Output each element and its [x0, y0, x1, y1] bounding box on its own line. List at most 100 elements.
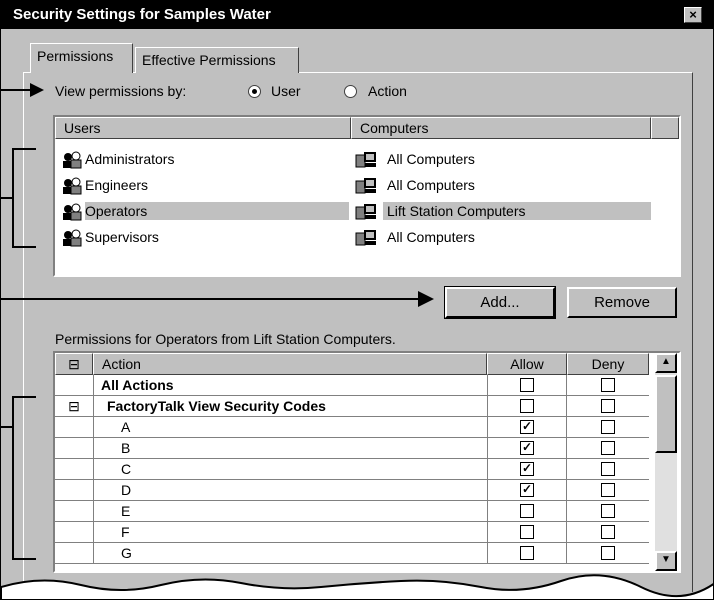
- deny-checkbox[interactable]: [601, 420, 615, 434]
- callout-line-add: [0, 298, 420, 300]
- user-name: Operators: [85, 202, 349, 220]
- allow-cell: [487, 522, 567, 542]
- allow-checkbox[interactable]: [520, 525, 534, 539]
- allow-checkbox[interactable]: ✓: [520, 462, 534, 476]
- deny-checkbox[interactable]: [601, 399, 615, 413]
- user-row[interactable]: Engineers All Computers: [55, 175, 651, 195]
- allow-cell: [487, 396, 567, 416]
- radio-user-label: User: [271, 83, 301, 99]
- radio-user[interactable]: [248, 85, 261, 98]
- permission-row[interactable]: B ✓: [55, 438, 649, 459]
- deny-checkbox[interactable]: [601, 441, 615, 455]
- deny-cell: [567, 396, 649, 416]
- deny-cell: [567, 417, 649, 437]
- computer-name: All Computers: [387, 229, 475, 245]
- deny-column-header[interactable]: Deny: [567, 353, 649, 375]
- action-label: B: [121, 440, 131, 456]
- row-expander[interactable]: [55, 375, 94, 395]
- computer-name: All Computers: [387, 151, 475, 167]
- permission-row[interactable]: E: [55, 501, 649, 522]
- allow-checkbox[interactable]: ✓: [520, 441, 534, 455]
- row-expander[interactable]: [55, 438, 94, 458]
- permission-row[interactable]: F: [55, 522, 649, 543]
- user-row[interactable]: Operators Lift Station Computers: [55, 201, 651, 221]
- callout-bracket-permissions-stem: [0, 426, 12, 428]
- callout-bracket-permissions-bottom: [12, 558, 36, 560]
- permission-row[interactable]: ⊟ FactoryTalk View Security Codes: [55, 396, 649, 417]
- tab-permissions[interactable]: Permissions: [30, 43, 133, 73]
- permission-row[interactable]: A ✓: [55, 417, 649, 438]
- callout-bracket-users-stem: [0, 197, 12, 199]
- allow-checkbox[interactable]: [520, 378, 534, 392]
- title-bar[interactable]: Security Settings for Samples Water ×: [1, 1, 713, 29]
- deny-checkbox[interactable]: [601, 378, 615, 392]
- radio-action[interactable]: [344, 85, 357, 98]
- user-name: Administrators: [85, 151, 175, 167]
- allow-cell: [487, 543, 567, 563]
- scroll-thumb[interactable]: [655, 375, 677, 453]
- action-label: E: [121, 503, 131, 519]
- deny-checkbox[interactable]: [601, 462, 615, 476]
- blank-column-header: [651, 117, 679, 139]
- add-button[interactable]: Add...: [444, 286, 556, 319]
- allow-cell: [487, 375, 567, 395]
- user-name: Supervisors: [85, 229, 159, 245]
- row-expander[interactable]: [55, 459, 94, 479]
- allow-cell: ✓: [487, 417, 567, 437]
- allow-cell: ✓: [487, 459, 567, 479]
- torn-edge: [1, 574, 713, 599]
- tab-effective-permissions[interactable]: Effective Permissions: [135, 47, 299, 73]
- allow-checkbox[interactable]: [520, 546, 534, 560]
- computer-icon: [355, 229, 377, 250]
- allow-cell: [487, 501, 567, 521]
- allow-checkbox[interactable]: [520, 399, 534, 413]
- action-label: C: [121, 461, 132, 477]
- users-list[interactable]: Users Computers Administrators All Comput…: [53, 115, 681, 277]
- action-label: FactoryTalk View Security Codes: [107, 398, 326, 414]
- vertical-scrollbar[interactable]: ▲ ▼: [655, 353, 677, 571]
- permissions-grid[interactable]: ⊟ Action Allow Deny All Actions ⊟ FactoryT…: [53, 351, 681, 573]
- allow-checkbox[interactable]: [520, 504, 534, 518]
- row-expander[interactable]: [55, 417, 94, 437]
- permission-row[interactable]: D ✓: [55, 480, 649, 501]
- scroll-down-button[interactable]: ▼: [655, 551, 677, 571]
- callout-arrow-view-by: [30, 83, 44, 97]
- view-by-label: View permissions by:: [55, 83, 187, 99]
- permission-row[interactable]: All Actions: [55, 375, 649, 396]
- row-expander[interactable]: [55, 501, 94, 521]
- collapse-all-icon[interactable]: ⊟: [55, 353, 93, 375]
- user-group-icon: [61, 177, 82, 195]
- row-expander[interactable]: [55, 480, 94, 500]
- permission-row[interactable]: C ✓: [55, 459, 649, 480]
- row-expander[interactable]: ⊟: [55, 396, 94, 416]
- permission-row[interactable]: G: [55, 543, 649, 564]
- callout-line-view-by: [0, 89, 32, 91]
- action-label: F: [121, 524, 130, 540]
- computer-icon: [355, 151, 377, 172]
- deny-checkbox[interactable]: [601, 483, 615, 497]
- allow-column-header[interactable]: Allow: [487, 353, 567, 375]
- row-expander[interactable]: [55, 522, 94, 542]
- deny-checkbox[interactable]: [601, 504, 615, 518]
- action-column-header[interactable]: Action: [93, 353, 487, 375]
- close-button[interactable]: ×: [684, 7, 702, 23]
- deny-cell: [567, 480, 649, 500]
- computers-column-header[interactable]: Computers: [351, 117, 651, 139]
- user-row[interactable]: Administrators All Computers: [55, 149, 651, 169]
- deny-cell: [567, 438, 649, 458]
- row-expander[interactable]: [55, 543, 94, 563]
- action-label: A: [121, 419, 131, 435]
- action-label: G: [121, 545, 132, 561]
- deny-checkbox[interactable]: [601, 525, 615, 539]
- computer-name: All Computers: [387, 177, 475, 193]
- deny-checkbox[interactable]: [601, 546, 615, 560]
- permissions-caption: Permissions for Operators from Lift Stat…: [55, 331, 396, 347]
- user-row[interactable]: Supervisors All Computers: [55, 227, 651, 247]
- scroll-up-button[interactable]: ▲: [655, 353, 677, 373]
- deny-cell: [567, 501, 649, 521]
- allow-checkbox[interactable]: ✓: [520, 420, 534, 434]
- callout-bracket-permissions: [12, 396, 14, 560]
- remove-button[interactable]: Remove: [567, 287, 677, 318]
- allow-checkbox[interactable]: ✓: [520, 483, 534, 497]
- users-column-header[interactable]: Users: [55, 117, 351, 139]
